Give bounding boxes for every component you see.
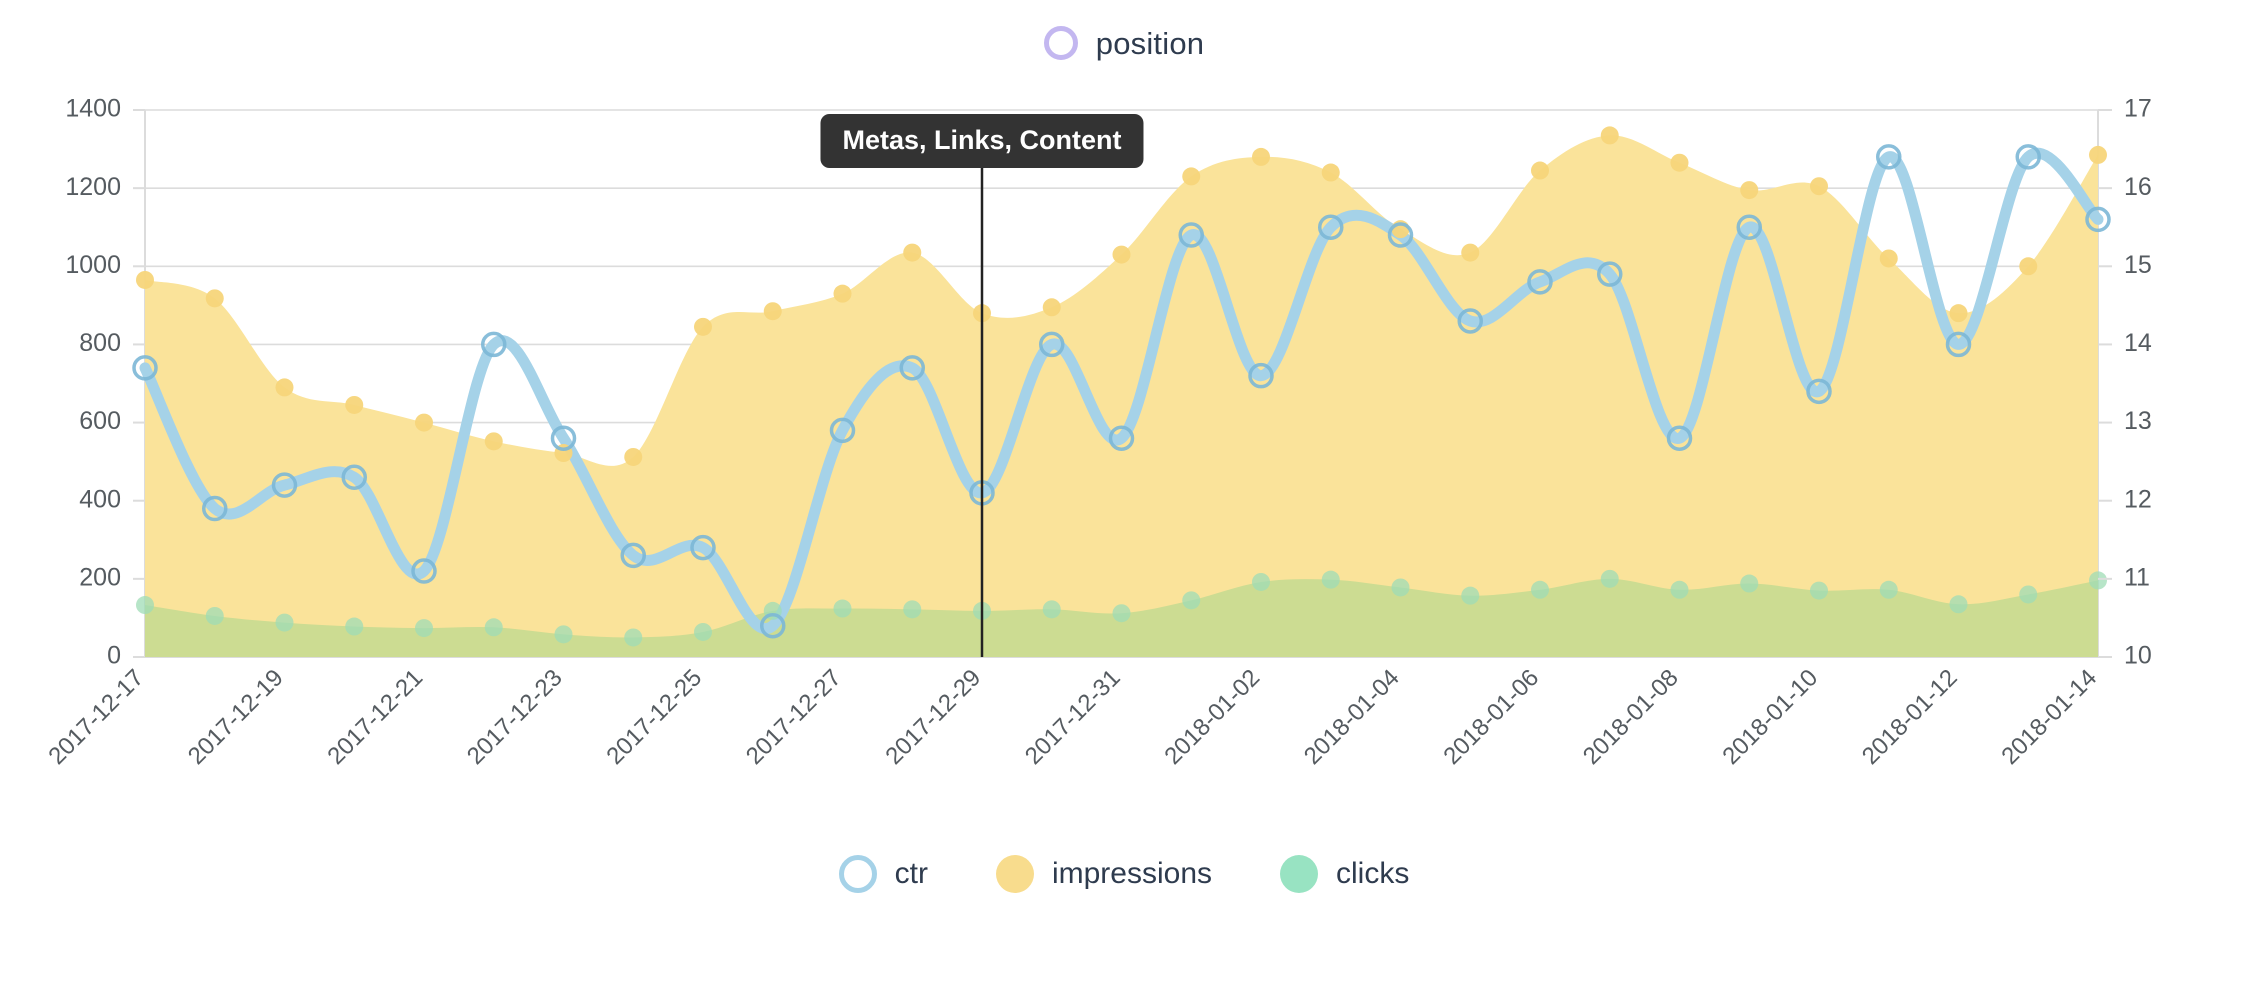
x-axis-tick: 2018-01-02 xyxy=(1159,664,1265,770)
left-axis-tick: 800 xyxy=(79,329,121,357)
x-axis-tick: 2018-01-14 xyxy=(1996,664,2102,770)
impressions-point[interactable] xyxy=(275,378,294,397)
left-axis-tick: 600 xyxy=(79,407,121,435)
legend-label-ctr: ctr xyxy=(894,857,928,890)
impressions-point[interactable] xyxy=(903,243,922,262)
clicks-point[interactable] xyxy=(903,600,922,619)
clicks-point[interactable] xyxy=(1810,581,1828,600)
impressions-point[interactable] xyxy=(1321,163,1340,182)
impressions-point[interactable] xyxy=(136,270,154,289)
clicks-point[interactable] xyxy=(1042,600,1061,619)
impressions-point[interactable] xyxy=(1949,304,1968,323)
x-axis-tick: 2017-12-27 xyxy=(741,664,847,770)
impressions-point[interactable] xyxy=(624,447,643,466)
impressions-point[interactable] xyxy=(205,289,224,308)
clicks-point[interactable] xyxy=(624,628,643,647)
clicks-point[interactable] xyxy=(415,619,433,638)
right-axis-tick: 13 xyxy=(2124,407,2152,435)
circle-filled-icon xyxy=(1280,855,1319,893)
right-axis-tick: 16 xyxy=(2124,173,2152,201)
impressions-point[interactable] xyxy=(763,302,782,321)
impressions-point[interactable] xyxy=(1531,161,1549,180)
left-axis-tick: 200 xyxy=(79,563,121,591)
clicks-point[interactable] xyxy=(275,613,294,632)
clicks-point[interactable] xyxy=(1740,574,1759,593)
legend-item-ctr[interactable]: ctr xyxy=(838,855,928,893)
legend-label-impressions: impressions xyxy=(1051,857,1213,890)
clicks-point[interactable] xyxy=(694,622,712,641)
right-axis-tick: 14 xyxy=(2124,329,2152,357)
clicks-point[interactable] xyxy=(1949,595,1968,614)
x-axis-tick: 2017-12-25 xyxy=(601,664,707,770)
clicks-point[interactable] xyxy=(1600,569,1619,588)
impressions-point[interactable] xyxy=(2089,145,2107,164)
clicks-point[interactable] xyxy=(833,599,852,618)
clicks-point[interactable] xyxy=(1461,586,1480,605)
clicks-point[interactable] xyxy=(1879,580,1898,599)
impressions-point[interactable] xyxy=(1879,249,1898,268)
clicks-point[interactable] xyxy=(136,596,154,615)
chart-canvas: position 0 200 400 600 800 1000 1200 1400 10 11 12… xyxy=(0,0,2248,988)
impressions-point[interactable] xyxy=(1810,177,1828,196)
impressions-point[interactable] xyxy=(484,432,503,451)
impressions-point[interactable] xyxy=(1600,126,1619,145)
clicks-point[interactable] xyxy=(1252,572,1270,591)
x-axis-tick: 2018-01-06 xyxy=(1438,664,1544,770)
left-axis-tick: 1400 xyxy=(65,95,121,123)
clicks-point[interactable] xyxy=(554,625,573,644)
x-axis-tick: 2018-01-10 xyxy=(1717,664,1823,770)
circle-filled-icon xyxy=(995,855,1034,893)
impressions-point[interactable] xyxy=(1461,243,1480,262)
right-axis-tick: 15 xyxy=(2124,251,2152,279)
legend-label-clicks: clicks xyxy=(1336,857,1410,890)
bottom-legend: ctr impressions clicks xyxy=(0,855,2248,893)
right-axis-tick: 11 xyxy=(2124,563,2150,591)
x-axis-tick: 2017-12-17 xyxy=(43,664,149,770)
left-axis-tick: 0 xyxy=(107,642,121,670)
clicks-point[interactable] xyxy=(345,617,364,636)
x-axis-tick: 2017-12-23 xyxy=(462,664,568,770)
impressions-point[interactable] xyxy=(1740,181,1759,200)
impressions-point[interactable] xyxy=(345,395,364,414)
legend-item-clicks[interactable]: clicks xyxy=(1280,855,1409,893)
clicks-point[interactable] xyxy=(2089,571,2107,590)
clicks-point[interactable] xyxy=(484,618,503,637)
x-axis-tick: 2018-01-08 xyxy=(1578,664,1684,770)
x-axis-tick: 2018-01-04 xyxy=(1299,664,1405,770)
clicks-point[interactable] xyxy=(1112,604,1131,623)
impressions-point[interactable] xyxy=(1252,147,1270,166)
clicks-point[interactable] xyxy=(1531,580,1549,599)
x-axis-tick: 2018-01-12 xyxy=(1857,664,1963,770)
clicks-point[interactable] xyxy=(205,606,224,625)
area-series-layer xyxy=(145,135,2098,657)
circle-outline-icon xyxy=(838,855,877,893)
legend-item-impressions[interactable]: impressions xyxy=(995,855,1213,893)
impressions-point[interactable] xyxy=(415,413,433,432)
left-axis-tick: 1200 xyxy=(65,173,121,201)
impressions-point[interactable] xyxy=(1112,245,1131,264)
left-axis-tick: 1000 xyxy=(65,251,121,279)
impressions-point[interactable] xyxy=(1670,153,1689,172)
x-axis-tick: 2017-12-31 xyxy=(1020,664,1126,770)
impressions-point[interactable] xyxy=(2019,257,2038,276)
annotation-label[interactable]: Metas, Links, Content xyxy=(820,114,1144,168)
x-axis-tick: 2017-12-21 xyxy=(322,664,428,770)
x-axis-tick: 2017-12-19 xyxy=(183,664,289,770)
clicks-point[interactable] xyxy=(1391,578,1410,597)
impressions-point[interactable] xyxy=(1182,167,1201,186)
left-axis-tick: 400 xyxy=(79,485,121,513)
impressions-point[interactable] xyxy=(694,317,712,336)
clicks-point[interactable] xyxy=(1670,580,1689,599)
clicks-point[interactable] xyxy=(1321,570,1340,589)
right-axis-tick: 17 xyxy=(2124,95,2152,123)
right-axis-tick: 10 xyxy=(2124,642,2152,670)
right-axis-tick: 12 xyxy=(2124,485,2152,513)
impressions-point[interactable] xyxy=(833,284,852,303)
clicks-point[interactable] xyxy=(2019,585,2038,604)
impressions-point[interactable] xyxy=(1042,298,1061,317)
clicks-point[interactable] xyxy=(1182,591,1201,610)
x-axis-tick: 2017-12-29 xyxy=(880,664,986,770)
